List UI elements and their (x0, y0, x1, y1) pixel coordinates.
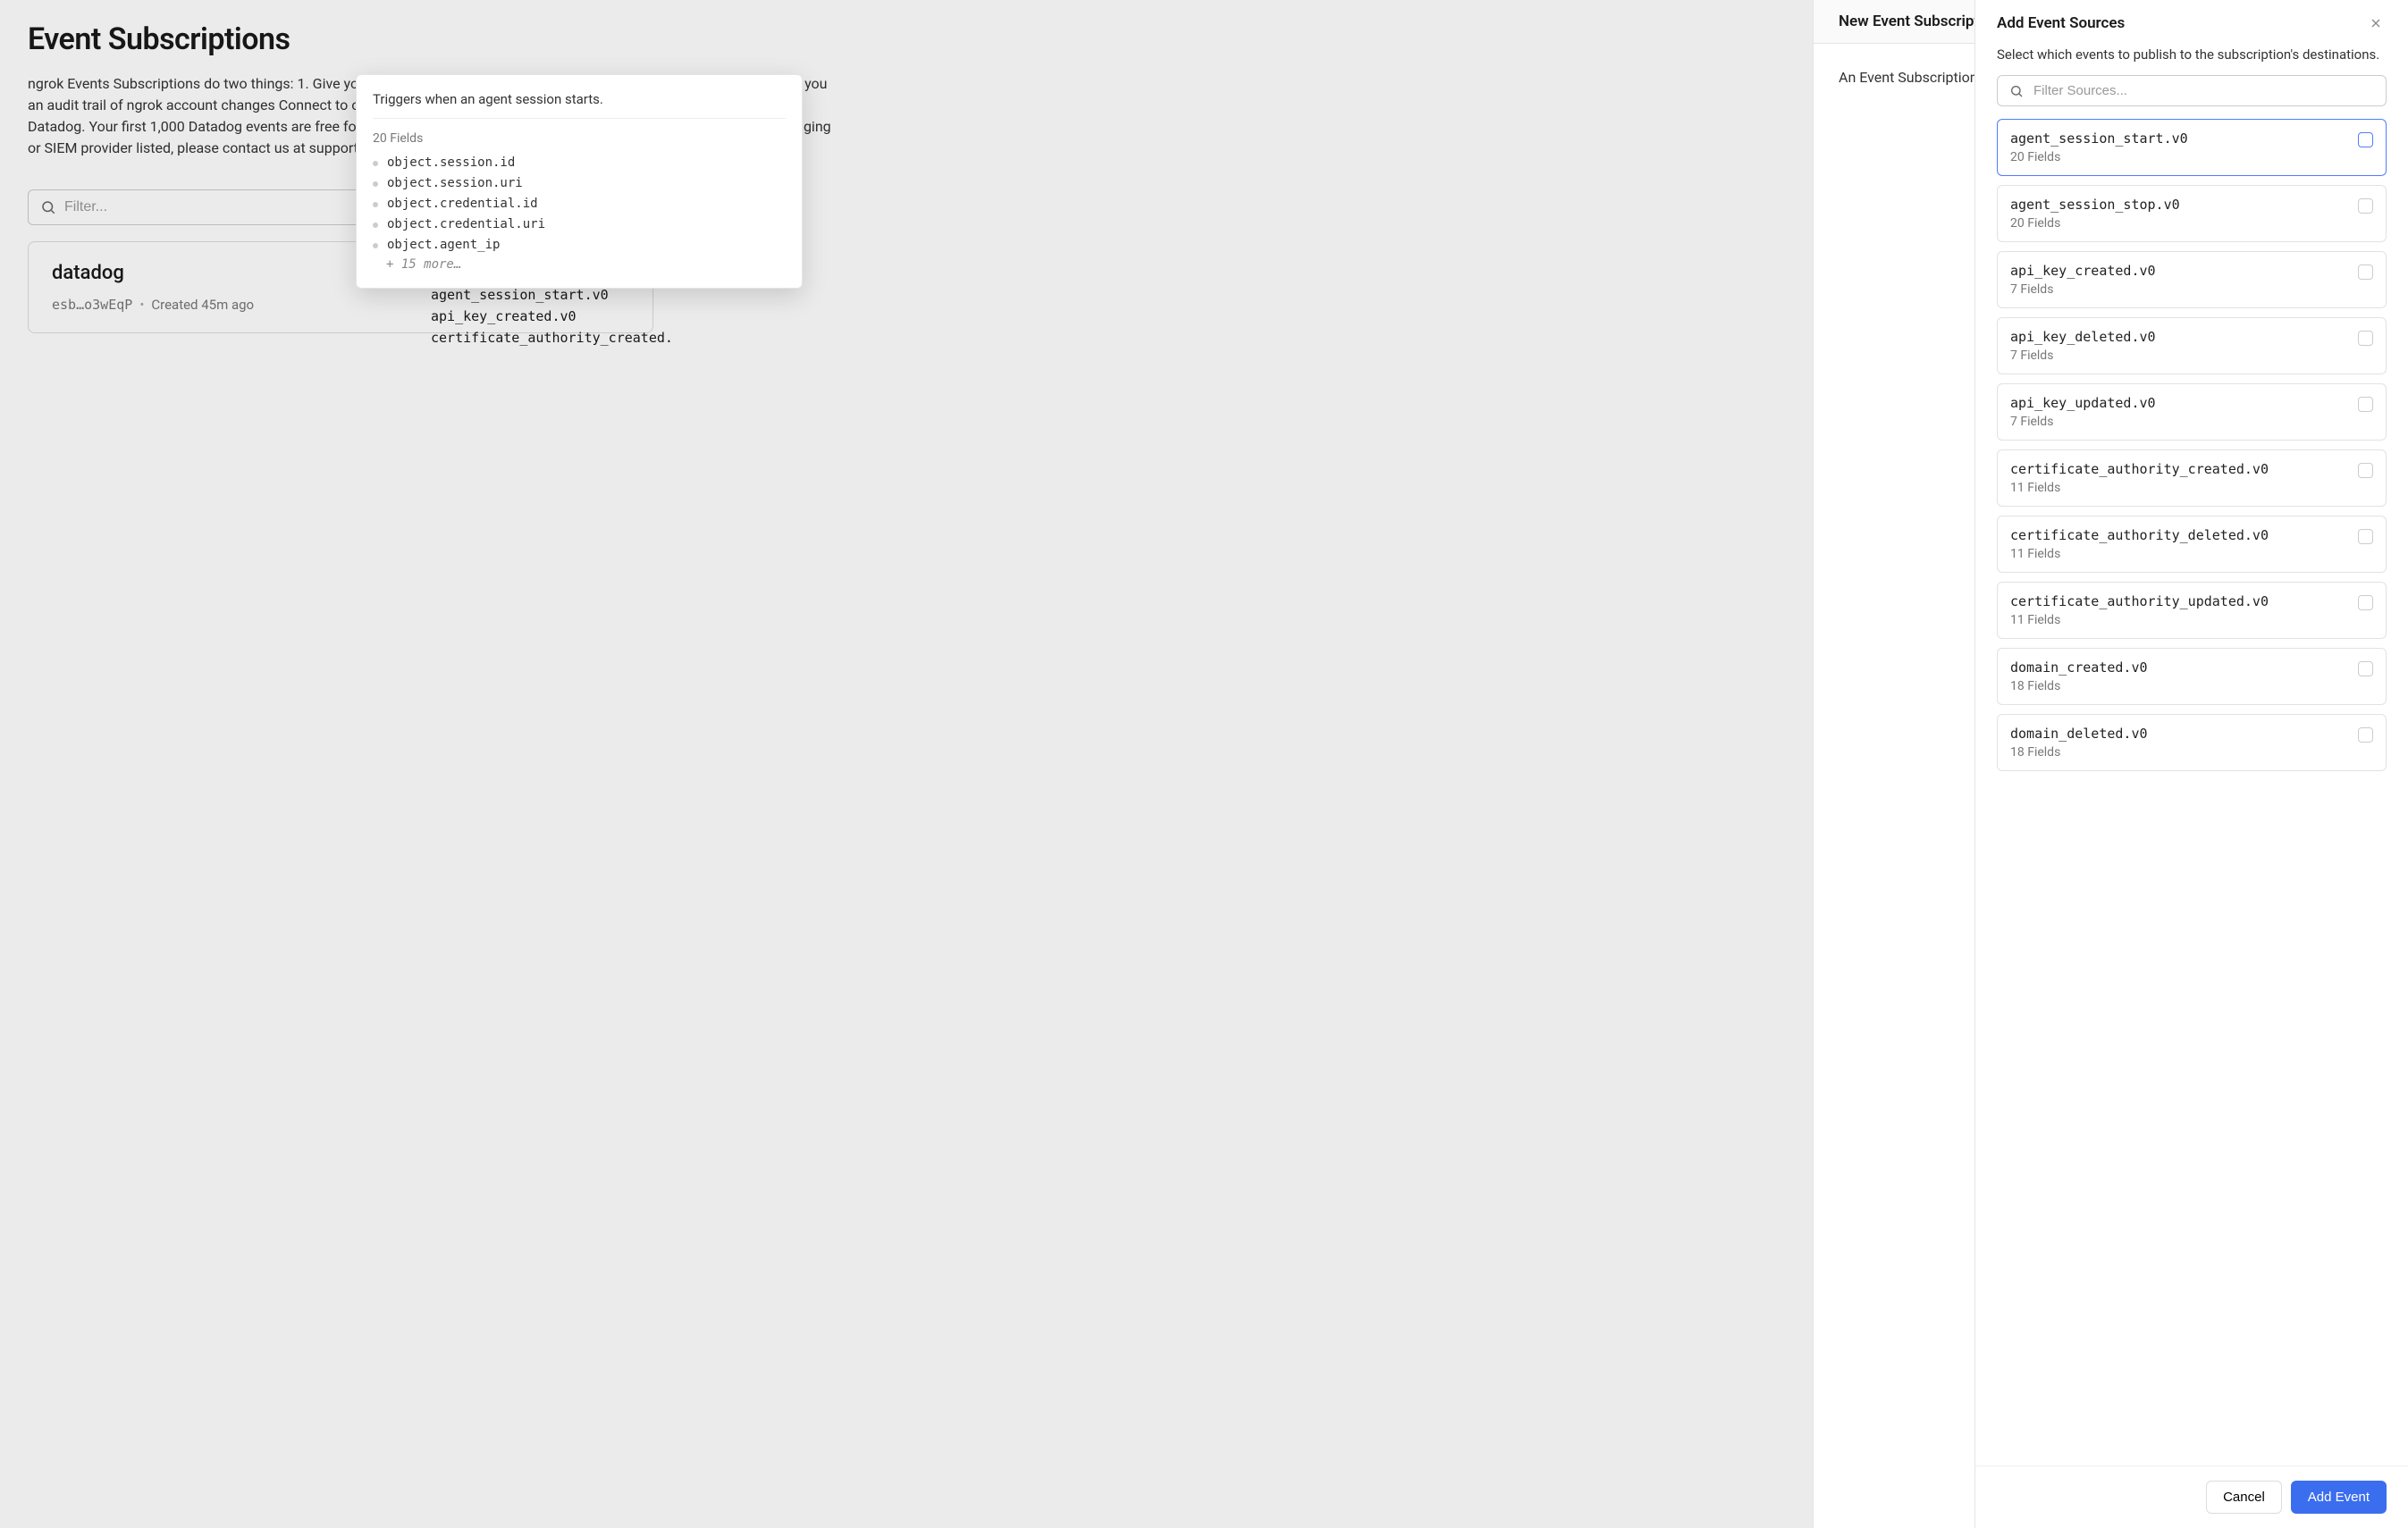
checkbox[interactable] (2358, 264, 2373, 280)
event-source-option[interactable]: agent_session_start.v0 20 Fields (1997, 119, 2387, 176)
event-source-name: certificate_authority_updated.v0 (2010, 593, 2269, 609)
event-source-name: api_key_updated.v0 (2010, 395, 2156, 411)
event-source-option[interactable]: agent_session_stop.v0 20 Fields (1997, 185, 2387, 242)
event-source-field-count: 7 Fields (2010, 282, 2156, 297)
event-source-field-count: 11 Fields (2010, 547, 2269, 561)
event-source-name: certificate_authority_deleted.v0 (2010, 527, 2269, 543)
source-item-text: certificate_authority_created. (431, 327, 673, 348)
event-source-field-count: 18 Fields (2010, 745, 2148, 760)
event-source-name: domain_created.v0 (2010, 659, 2148, 676)
add-sources-subtitle: Select which events to publish to the su… (1975, 46, 2408, 75)
checkbox[interactable] (2358, 198, 2373, 214)
search-icon (2009, 84, 2024, 98)
event-source-option[interactable]: api_key_updated.v0 7 Fields (1997, 383, 2387, 441)
event-source-field-count: 11 Fields (2010, 481, 2269, 495)
bullet-icon (373, 181, 378, 187)
tooltip-field: object.credential.uri (373, 214, 786, 235)
checkbox[interactable] (2358, 331, 2373, 346)
checkbox[interactable] (2358, 132, 2373, 147)
tooltip-more: + 15 more… (386, 257, 786, 272)
tooltip-field: object.session.uri (373, 173, 786, 194)
event-source-field-count: 11 Fields (2010, 613, 2269, 627)
checkbox[interactable] (2358, 463, 2373, 478)
checkbox[interactable] (2358, 529, 2373, 544)
event-source-option[interactable]: api_key_created.v0 7 Fields (1997, 251, 2387, 308)
event-source-option[interactable]: domain_deleted.v0 18 Fields (1997, 714, 2387, 771)
event-source-name: agent_session_stop.v0 (2010, 197, 2180, 213)
subscription-created: Created 45m ago (151, 297, 254, 313)
tooltip-field: object.session.id (373, 153, 786, 173)
event-source-name: api_key_created.v0 (2010, 263, 2156, 279)
event-source-field-count: 20 Fields (2010, 216, 2180, 231)
event-source-option[interactable]: certificate_authority_deleted.v0 11 Field… (1997, 516, 2387, 573)
close-icon (2369, 16, 2383, 30)
separator-dot: • (139, 297, 144, 313)
event-source-option[interactable]: certificate_authority_created.v0 11 Field… (1997, 449, 2387, 507)
event-source-name: certificate_authority_created.v0 (2010, 461, 2269, 477)
checkbox[interactable] (2358, 595, 2373, 610)
tooltip-field: object.credential.id (373, 194, 786, 214)
tooltip-field-count: 20 Fields (373, 131, 786, 146)
event-source-option[interactable]: api_key_deleted.v0 7 Fields (1997, 317, 2387, 374)
search-icon (40, 199, 56, 215)
add-sources-title: Add Event Sources (1997, 14, 2125, 32)
add-event-button[interactable]: Add Event (2291, 1481, 2387, 1514)
bullet-icon (373, 161, 378, 166)
checkbox[interactable] (2358, 661, 2373, 676)
sources-filter-input[interactable] (1997, 75, 2387, 106)
close-button[interactable] (2365, 13, 2387, 34)
checkbox[interactable] (2358, 727, 2373, 743)
event-source-name: domain_deleted.v0 (2010, 726, 2148, 742)
cancel-button[interactable]: Cancel (2206, 1481, 2282, 1514)
source-item-text: api_key_created.v0 (431, 306, 673, 327)
add-event-sources-panel: Add Event Sources Select which events to… (1974, 0, 2408, 1528)
tooltip-field: object.agent_ip (373, 235, 786, 256)
bullet-icon (373, 222, 378, 228)
subscription-id: esb…o3wEqP (52, 297, 132, 313)
event-source-option[interactable]: domain_created.v0 18 Fields (1997, 648, 2387, 705)
event-source-name: agent_session_start.v0 (2010, 130, 2188, 147)
event-source-field-count: 7 Fields (2010, 348, 2156, 363)
checkbox[interactable] (2358, 397, 2373, 412)
tooltip-title: Triggers when an agent session starts. (373, 91, 786, 107)
bullet-icon (373, 243, 378, 248)
event-source-field-count: 18 Fields (2010, 679, 2148, 693)
event-source-field-count: 20 Fields (2010, 150, 2188, 164)
event-source-name: api_key_deleted.v0 (2010, 329, 2156, 345)
event-source-option[interactable]: certificate_authority_updated.v0 11 Field… (1997, 582, 2387, 639)
event-source-field-count: 7 Fields (2010, 415, 2156, 429)
bullet-icon (373, 202, 378, 207)
source-tooltip: Triggers when an agent session starts. 2… (356, 74, 803, 289)
